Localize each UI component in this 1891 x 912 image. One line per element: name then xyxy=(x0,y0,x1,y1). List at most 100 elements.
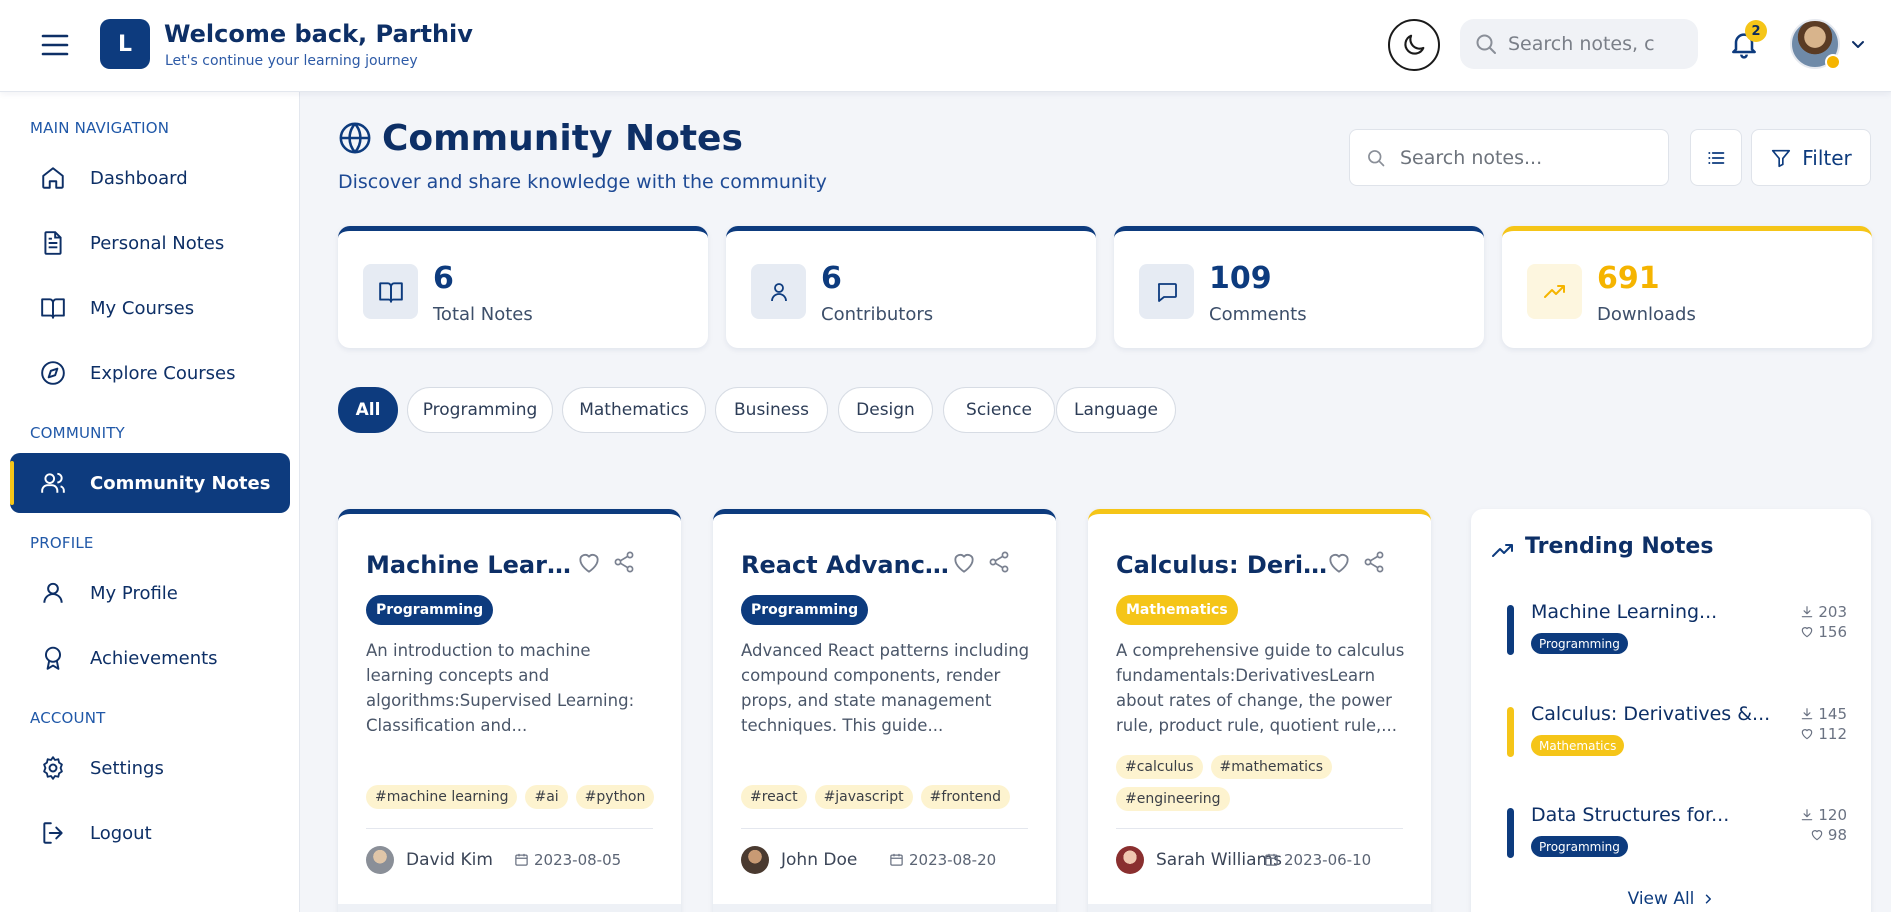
tag[interactable]: #frontend xyxy=(920,785,1011,809)
list-view-button[interactable] xyxy=(1690,129,1742,186)
tag[interactable]: #ai xyxy=(525,785,568,809)
sidebar-item-personal-notes[interactable]: Personal Notes xyxy=(10,213,290,273)
download-count: 203 xyxy=(1800,603,1847,621)
stat-card-total-notes: 6 Total Notes xyxy=(338,226,708,348)
tag[interactable]: #mathematics xyxy=(1210,755,1333,779)
sidebar-item-community-notes[interactable]: Community Notes xyxy=(10,453,290,513)
author-avatar xyxy=(741,846,769,874)
note-title[interactable]: Calculus: Derivat... xyxy=(1116,551,1328,579)
category-chip-all[interactable]: All xyxy=(338,387,398,433)
share-icon[interactable] xyxy=(1362,550,1386,574)
heart-icon xyxy=(1800,625,1814,639)
sidebar-item-dashboard[interactable]: Dashboard xyxy=(10,148,290,208)
trending-item[interactable]: Calculus: Derivatives &... Mathematics 1… xyxy=(1507,703,1847,789)
theme-toggle-button[interactable] xyxy=(1388,19,1440,71)
trending-name[interactable]: Calculus: Derivatives &... xyxy=(1531,703,1771,725)
gear-icon xyxy=(40,755,66,781)
header-search[interactable] xyxy=(1460,19,1698,69)
award-icon xyxy=(40,645,66,671)
view-all-link[interactable]: View All xyxy=(1471,889,1871,909)
author-avatar xyxy=(1116,846,1144,874)
note-card[interactable]: React Advanced ... Programming Advanced … xyxy=(713,509,1056,912)
sidebar-item-explore-courses[interactable]: Explore Courses xyxy=(10,343,290,403)
logout-icon xyxy=(40,820,66,846)
category-chip-science[interactable]: Science xyxy=(943,387,1055,433)
like-count: 112 xyxy=(1800,725,1847,743)
filter-button[interactable]: Filter xyxy=(1751,129,1871,186)
note-card[interactable]: Machine Learnin... Programming An introd… xyxy=(338,509,681,912)
category-badge: Mathematics xyxy=(1531,735,1625,756)
search-icon xyxy=(1366,148,1386,168)
trending-bar xyxy=(1507,707,1514,757)
note-title[interactable]: React Advanced ... xyxy=(741,551,953,579)
heart-icon xyxy=(1810,828,1824,842)
category-chip-language[interactable]: Language xyxy=(1056,387,1176,433)
note-date: 2023-08-20 xyxy=(909,851,997,869)
stat-card-contributors: 6 Contributors xyxy=(726,226,1096,348)
sidebar-item-my-courses[interactable]: My Courses xyxy=(10,278,290,338)
moon-icon xyxy=(1400,31,1428,59)
tag-list: #machine learning #ai #python xyxy=(366,785,656,809)
user-icon xyxy=(40,580,66,606)
page-title: Community Notes xyxy=(382,118,743,159)
download-icon xyxy=(1800,605,1814,619)
sidebar-item-label: Explore Courses xyxy=(90,362,236,384)
sidebar-item-my-profile[interactable]: My Profile xyxy=(10,563,290,623)
tag[interactable]: #machine learning xyxy=(366,785,518,809)
trending-item[interactable]: Data Structures for... Programming 120 9… xyxy=(1507,804,1847,890)
compass-icon xyxy=(40,360,66,386)
download-value: 145 xyxy=(1818,705,1847,723)
calendar-icon xyxy=(889,852,904,867)
category-chip-business[interactable]: Business xyxy=(715,387,828,433)
menu-icon[interactable] xyxy=(40,32,70,58)
download-count: 145 xyxy=(1800,705,1847,723)
download-value: 203 xyxy=(1818,603,1847,621)
tag[interactable]: #calculus xyxy=(1116,755,1203,779)
heart-icon[interactable] xyxy=(1326,550,1352,576)
sidebar-item-label: Community Notes xyxy=(90,472,271,494)
like-count: 156 xyxy=(1800,623,1847,641)
sidebar-item-settings[interactable]: Settings xyxy=(10,738,290,798)
sidebar-item-label: My Profile xyxy=(90,582,178,604)
author-avatar xyxy=(366,846,394,874)
share-icon[interactable] xyxy=(987,550,1011,574)
sidebar-item-logout[interactable]: Logout xyxy=(10,803,290,863)
sidebar-item-label: My Courses xyxy=(90,297,195,319)
stat-card-comments: 109 Comments xyxy=(1114,226,1484,348)
category-badge: Programming xyxy=(366,595,494,625)
note-title[interactable]: Machine Learnin... xyxy=(366,551,578,579)
sidebar-item-achievements[interactable]: Achievements xyxy=(10,628,290,688)
category-badge: Programming xyxy=(1531,836,1628,857)
tag[interactable]: #python xyxy=(575,785,655,809)
notes-search[interactable] xyxy=(1349,129,1669,186)
tag[interactable]: #javascript xyxy=(814,785,913,809)
divider xyxy=(366,828,653,829)
tag[interactable]: #engineering xyxy=(1116,787,1230,811)
notes-search-input[interactable] xyxy=(1400,146,1650,169)
heart-icon[interactable] xyxy=(576,550,602,576)
stat-label: Comments xyxy=(1209,304,1307,325)
trending-item[interactable]: Machine Learning... Programming 203 156 xyxy=(1507,601,1847,687)
note-description: A comprehensive guide to calculus fundam… xyxy=(1116,641,1405,735)
trending-name[interactable]: Machine Learning... xyxy=(1531,601,1771,623)
tag[interactable]: #react xyxy=(741,785,807,809)
search-icon xyxy=(1474,32,1498,56)
section-main-navigation: MAIN NAVIGATION xyxy=(30,119,170,137)
filter-label: Filter xyxy=(1802,145,1852,170)
tag-list: #calculus #mathematics #engineering xyxy=(1116,755,1406,811)
divider xyxy=(741,828,1028,829)
globe-icon xyxy=(338,121,372,155)
category-chip-design[interactable]: Design xyxy=(838,387,933,433)
card-footer xyxy=(338,904,681,912)
heart-icon[interactable] xyxy=(951,550,977,576)
stat-value: 691 xyxy=(1597,261,1660,296)
chevron-down-icon[interactable] xyxy=(1850,36,1866,52)
category-chip-mathematics[interactable]: Mathematics xyxy=(562,387,706,433)
note-card[interactable]: Calculus: Derivat... Mathematics A compr… xyxy=(1088,509,1431,912)
category-chip-programming[interactable]: Programming xyxy=(407,387,553,433)
header-search-input[interactable] xyxy=(1508,33,1678,55)
trending-name[interactable]: Data Structures for... xyxy=(1531,804,1771,826)
stat-label: Total Notes xyxy=(433,304,533,325)
stat-value: 6 xyxy=(821,261,842,296)
share-icon[interactable] xyxy=(612,550,636,574)
